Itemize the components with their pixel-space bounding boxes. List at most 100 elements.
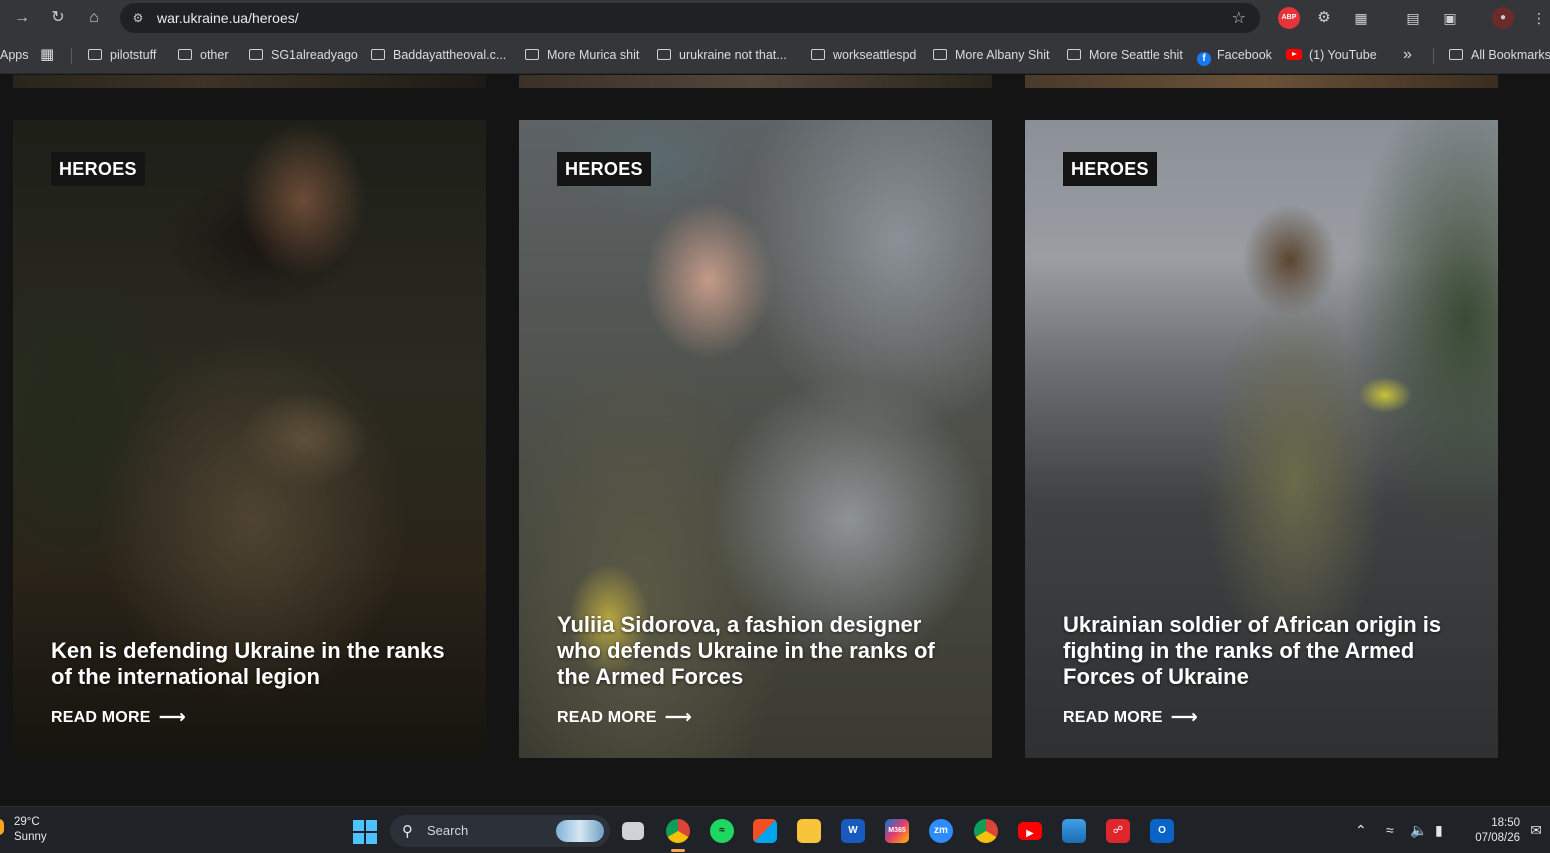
windows-start-icon[interactable] (353, 820, 377, 844)
weather-description: Sunny (14, 831, 47, 843)
read-more-label: READ MORE (51, 709, 151, 726)
url-path: /heroes/ (248, 10, 299, 26)
m365-icon[interactable]: M365 (885, 819, 909, 843)
category-badge[interactable]: HEROES (557, 152, 651, 186)
adblock-extension-icon[interactable]: ABP (1278, 7, 1300, 29)
bookmark-folder[interactable]: workseattlespd (811, 46, 916, 64)
zoom-icon[interactable]: zm (929, 819, 953, 843)
folder-icon (371, 49, 385, 60)
profile-avatar[interactable]: ● (1492, 7, 1514, 29)
outlook-icon[interactable]: O (1150, 819, 1174, 843)
read-more-link[interactable]: READ MORE ⟶ (1063, 708, 1198, 728)
read-more-label: READ MORE (1063, 709, 1163, 726)
extension-gear-icon[interactable]: ⚙ (1313, 7, 1335, 29)
bookmark-folder[interactable]: More Seattle shit (1067, 46, 1183, 64)
battery-icon[interactable]: ▮ (1435, 822, 1443, 839)
folder-icon (525, 49, 539, 60)
address-bar[interactable]: ⚙ war.ukraine.ua/heroes/ ☆ (120, 3, 1260, 33)
bookmark-facebook[interactable]: f Facebook (1197, 46, 1272, 66)
bookmark-label: Apps (0, 48, 29, 62)
bookmark-folder[interactable]: other (178, 46, 229, 64)
arrow-right-icon: ⟶ (1170, 707, 1199, 728)
system-clock[interactable]: 18:50 07/08/26 (1475, 816, 1520, 846)
menu-kebab-icon[interactable]: ⋮ (1528, 7, 1550, 29)
bookmark-label: Facebook (1217, 48, 1272, 62)
bookmark-label: More Albany Shit (955, 48, 1050, 62)
taskbar-search[interactable]: ⚲ Search (390, 815, 610, 847)
clock-time: 18:50 (1491, 817, 1520, 829)
home-icon[interactable]: ⌂ (82, 6, 106, 30)
bookmark-folder[interactable]: pilotstuff (88, 46, 156, 64)
bookmark-label: urukraine not that... (679, 48, 787, 62)
microsoft-store-icon[interactable] (753, 819, 777, 843)
chrome-icon[interactable] (974, 819, 998, 843)
site-info-icon[interactable]: ⚙ (130, 10, 146, 26)
read-more-link[interactable]: READ MORE ⟶ (557, 708, 692, 728)
notifications-icon[interactable]: ✉ (1530, 822, 1542, 839)
read-more-label: READ MORE (557, 709, 657, 726)
hero-card[interactable]: HEROES Ken is defending Ukraine in the r… (13, 120, 486, 758)
folder-icon (657, 49, 671, 60)
hero-card[interactable]: HEROES Yuliia Sidorova, a fashion design… (519, 120, 992, 758)
folder-icon (933, 49, 947, 60)
forward-icon[interactable]: → (10, 6, 34, 30)
bookmark-youtube[interactable]: (1) YouTube (1286, 46, 1377, 64)
search-icon: ⚲ (402, 823, 413, 840)
bookmark-folder[interactable]: urukraine not that... (657, 46, 787, 64)
word-icon[interactable]: W (841, 819, 865, 843)
bookmark-folder[interactable]: More Murica shit (525, 46, 639, 64)
bookmark-apps[interactable]: Apps (0, 46, 29, 64)
bookmark-label: All Bookmarks (1471, 48, 1550, 62)
bookmarks-bar: Apps ▦ pilotstuff other SG1alreadyago Ba… (0, 36, 1550, 74)
card-title[interactable]: Yuliia Sidorova, a fashion designer who … (557, 612, 956, 690)
previous-card-edge[interactable] (13, 75, 486, 88)
read-more-link[interactable]: READ MORE ⟶ (51, 708, 186, 728)
card-title[interactable]: Ken is defending Ukraine in the ranks of… (51, 638, 450, 690)
browser-toolbar: → ↻ ⌂ ⚙ war.ukraine.ua/heroes/ ☆ ABP ⚙ ▦… (0, 0, 1550, 36)
reload-icon[interactable]: ↻ (46, 6, 70, 30)
bookmark-label: Baddayattheoval.c... (393, 48, 507, 62)
folder-icon (178, 49, 192, 60)
active-app-indicator (671, 849, 685, 852)
url-text[interactable]: war.ukraine.ua/heroes/ (157, 10, 299, 26)
chrome-icon[interactable] (666, 819, 690, 843)
clock-date: 07/08/26 (1475, 832, 1520, 844)
folder-icon (249, 49, 263, 60)
weather-temperature: 29°C (14, 816, 40, 828)
previous-card-edge[interactable] (519, 75, 992, 88)
category-badge[interactable]: HEROES (1063, 152, 1157, 186)
bookmark-folder[interactable]: Baddayattheoval.c... (371, 46, 506, 64)
apps-grid-icon[interactable]: ▦ (40, 46, 54, 64)
volume-icon[interactable]: 🔈 (1410, 822, 1427, 839)
weather-widget[interactable]: 29°C Sunny (14, 815, 47, 845)
youtube-icon[interactable]: ▶ (1018, 822, 1042, 840)
bookmark-all-bookmarks[interactable]: All Bookmarks (1449, 46, 1550, 64)
youtube-icon (1286, 49, 1302, 60)
hero-card[interactable]: HEROES Ukrainian soldier of African orig… (1025, 120, 1498, 758)
folder-icon (1067, 49, 1081, 60)
folder-icon (1449, 49, 1463, 60)
file-explorer-icon[interactable] (797, 819, 821, 843)
reading-list-icon[interactable]: ▤ (1402, 7, 1424, 29)
photos-icon[interactable] (1062, 819, 1086, 843)
bookmarks-overflow-button[interactable]: » (1403, 46, 1412, 64)
bookmark-star-icon[interactable]: ☆ (1232, 8, 1246, 28)
bookmark-folder[interactable]: More Albany Shit (933, 46, 1050, 64)
vpn-icon[interactable]: ☍ (1106, 819, 1130, 843)
card-title[interactable]: Ukrainian soldier of African origin is f… (1063, 612, 1462, 690)
bookmark-label: pilotstuff (110, 48, 157, 62)
search-highlight-image (556, 820, 604, 842)
wifi-icon[interactable]: ≈ (1386, 822, 1394, 838)
category-badge[interactable]: HEROES (51, 152, 145, 186)
arrow-right-icon: ⟶ (158, 707, 187, 728)
spotify-icon[interactable]: ≈ (710, 819, 734, 843)
previous-card-edge[interactable] (1025, 75, 1498, 88)
task-view-icon[interactable] (622, 822, 644, 840)
search-label: Search (427, 823, 469, 838)
folder-icon (88, 49, 102, 60)
chevron-up-icon[interactable]: ⌃ (1355, 822, 1367, 839)
extensions-puzzle-icon[interactable]: ▦ (1350, 7, 1372, 29)
bookmark-label: other (200, 48, 229, 62)
bookmark-folder[interactable]: SG1alreadyago (249, 46, 358, 64)
tab-search-icon[interactable]: ▣ (1439, 7, 1461, 29)
